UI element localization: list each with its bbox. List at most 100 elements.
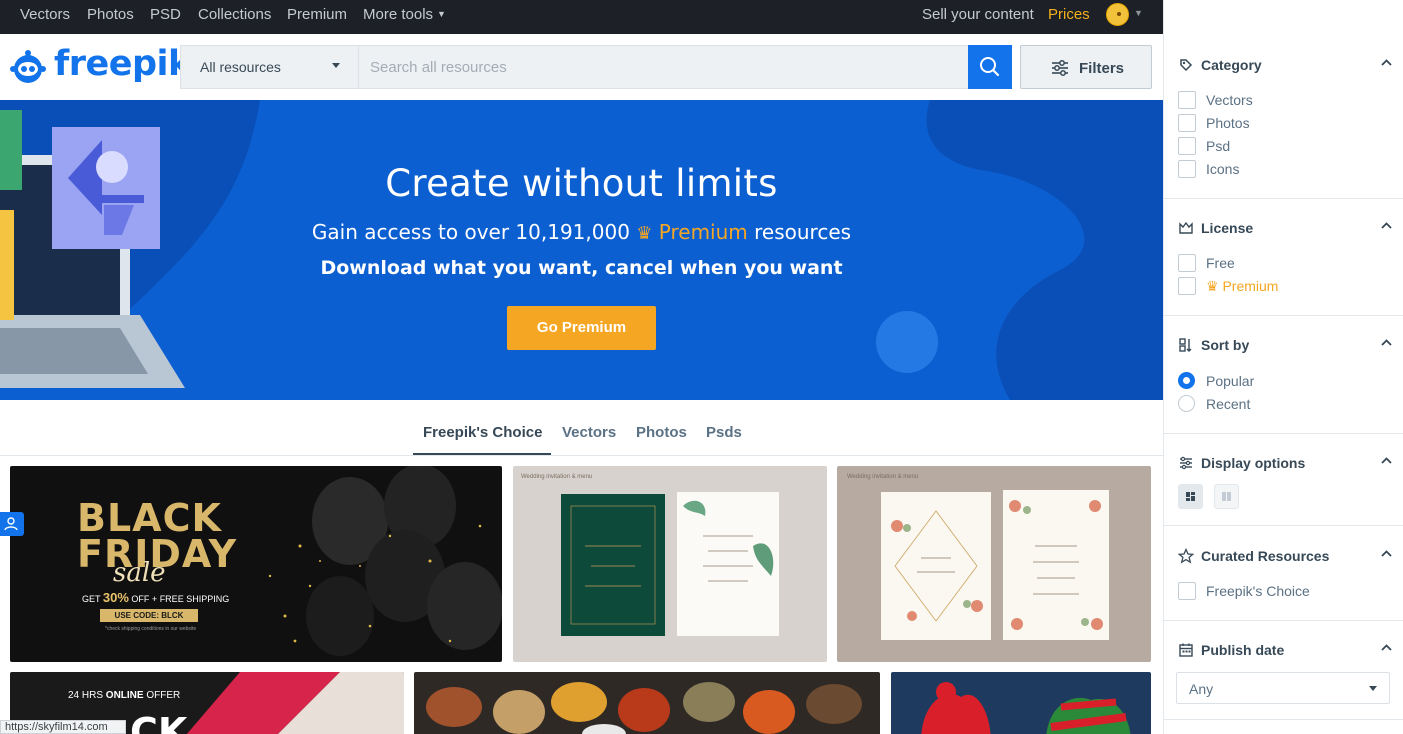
category-icon — [1180, 59, 1193, 72]
nav-premium[interactable]: Premium — [287, 6, 347, 23]
option-label: Popular — [1206, 373, 1255, 389]
hero-subtitle-text: Gain access to over 10,191,000 — [311, 220, 630, 244]
license-premium-option[interactable]: ♛ Premium — [1178, 277, 1388, 295]
hero-subtitle-suffix: resources — [754, 220, 852, 244]
offer-online: ONLINE — [105, 690, 144, 701]
grid-layout-button[interactable] — [1214, 484, 1239, 509]
premium-hero-banner: Create without limits Gain access to ove… — [0, 100, 1163, 400]
nav-more-tools[interactable]: More tools ▼ — [363, 6, 446, 23]
freepik-logo-text: freepik — [54, 44, 191, 84]
search-bar: All resources — [180, 45, 1012, 89]
license-header[interactable]: License — [1178, 219, 1392, 239]
display-options-icon — [1180, 456, 1192, 470]
tab-photos[interactable]: Photos — [636, 424, 687, 441]
filters-label: Filters — [1079, 60, 1125, 77]
go-premium-button[interactable]: Go Premium — [507, 306, 656, 350]
publish-date-value: Any — [1189, 681, 1214, 697]
active-tab-indicator — [413, 453, 551, 455]
user-feedback-button[interactable] — [0, 512, 24, 536]
sort-header[interactable]: Sort by — [1178, 336, 1392, 356]
category-section: Category Vectors Photos Psd Icons — [1164, 0, 1403, 199]
floral-wedding-invitation-thumbnail[interactable]: Wedding invitation & menu — [837, 466, 1151, 662]
checkbox[interactable] — [1178, 137, 1196, 155]
hero-tagline: Download what you want, cancel when you … — [320, 257, 843, 279]
nav-more-tools-label: More tools — [363, 6, 434, 23]
category-photos-option[interactable]: Photos — [1178, 114, 1388, 132]
hero-premium-word: Premium — [658, 220, 748, 244]
publish-date-select[interactable]: Any — [1176, 672, 1390, 704]
resource-type-select[interactable]: All resources — [181, 46, 359, 88]
checkbox[interactable] — [1178, 114, 1196, 132]
spice-spoons-illustration — [426, 682, 862, 734]
avatar[interactable] — [1106, 3, 1129, 26]
publish-date-header[interactable]: Publish date — [1178, 641, 1392, 661]
nav-prices[interactable]: Prices — [1048, 6, 1090, 23]
license-free-option[interactable]: Free — [1178, 254, 1388, 272]
sort-title: Sort by — [1201, 337, 1250, 353]
green-wedding-invitation-thumbnail[interactable]: Wedding invitation & menu — [513, 466, 827, 662]
black-friday-sale-thumbnail[interactable]: BLACK FRIDAY sale GET 30% OFF + FREE SHIP… — [10, 466, 502, 662]
search-button[interactable] — [968, 45, 1012, 89]
chevron-up-icon — [1381, 644, 1392, 651]
hero-subtitle: Gain access to over 10,191,000 ♛ Premium… — [0, 220, 1163, 244]
nav-photos[interactable]: Photos — [87, 6, 134, 23]
display-header[interactable]: Display options — [1178, 454, 1392, 474]
category-vectors-option[interactable]: Vectors — [1178, 91, 1388, 109]
nav-vectors[interactable]: Vectors — [20, 6, 70, 23]
checkbox[interactable] — [1178, 160, 1196, 178]
radio-button[interactable] — [1178, 372, 1195, 389]
publish-date-title: Publish date — [1201, 642, 1285, 658]
option-label: Vectors — [1206, 92, 1253, 108]
filters-button[interactable]: Filters — [1020, 45, 1152, 89]
filters-panel: Category Vectors Photos Psd Icons Licens… — [1164, 0, 1403, 734]
sort-recent-option[interactable]: Recent — [1178, 395, 1388, 413]
search-icon — [980, 57, 1000, 77]
option-label-premium: ♛ Premium — [1206, 278, 1278, 295]
promo-code-badge: USE CODE: BLCK — [100, 609, 198, 622]
floral-invitation-cards-illustration — [881, 490, 1109, 640]
top-navigation: Vectors Photos PSD Collections Premium M… — [0, 0, 1163, 34]
checkbox[interactable] — [1178, 582, 1196, 600]
masonry-layout-button[interactable] — [1178, 484, 1203, 509]
nav-psd[interactable]: PSD — [150, 6, 181, 23]
category-header[interactable]: Category — [1178, 56, 1392, 76]
tab-psds[interactable]: Psds — [706, 424, 742, 441]
checkbox[interactable] — [1178, 254, 1196, 272]
option-label: Psd — [1206, 138, 1231, 154]
checkbox[interactable] — [1178, 91, 1196, 109]
offer-hours: 24 HRS — [68, 690, 104, 701]
nav-collections[interactable]: Collections — [198, 6, 271, 23]
sliders-icon — [1052, 60, 1068, 76]
premium-label: Premium — [1222, 278, 1279, 294]
curated-header[interactable]: Curated Resources — [1178, 547, 1392, 567]
chevron-up-icon — [1381, 222, 1392, 229]
option-label: Free — [1206, 255, 1235, 271]
crown-icon: ♛ — [636, 223, 653, 244]
freepik-logo[interactable]: freepik — [10, 44, 191, 90]
hero-title: Create without limits — [385, 162, 778, 205]
spices-thumbnail[interactable] — [414, 672, 880, 734]
radio-button[interactable] — [1178, 395, 1195, 412]
sort-popular-option[interactable]: Popular — [1178, 372, 1388, 390]
curated-title: Curated Resources — [1201, 548, 1330, 564]
star-icon — [1178, 548, 1194, 564]
content-tabs: Freepik's Choice Vectors Photos Psds — [0, 410, 1163, 456]
online-offer-label: 24 HRS ONLINE OFFER — [68, 690, 180, 701]
checkbox[interactable] — [1178, 277, 1196, 295]
license-title: License — [1201, 220, 1254, 236]
display-section: Display options — [1164, 434, 1403, 526]
nav-sell-content[interactable]: Sell your content — [922, 6, 1034, 23]
category-icons-option[interactable]: Icons — [1178, 160, 1388, 178]
tab-freepiks-choice[interactable]: Freepik's Choice — [423, 424, 542, 441]
curated-freepiks-choice-option[interactable]: Freepik's Choice — [1178, 582, 1388, 600]
chevron-down-icon[interactable]: ▼ — [1134, 8, 1143, 18]
browser-status-url: https://skyfilm14.com — [0, 720, 126, 734]
offer-percent: 30% — [102, 590, 129, 605]
tab-vectors[interactable]: Vectors — [562, 424, 616, 441]
search-input[interactable] — [360, 46, 967, 88]
category-psd-option[interactable]: Psd — [1178, 137, 1388, 155]
sort-section: Sort by Popular Recent — [1164, 316, 1403, 434]
offer-mid: OFF + — [131, 594, 158, 604]
christmas-elves-thumbnail[interactable] — [891, 672, 1151, 734]
hero-background-illustration — [0, 100, 1163, 400]
